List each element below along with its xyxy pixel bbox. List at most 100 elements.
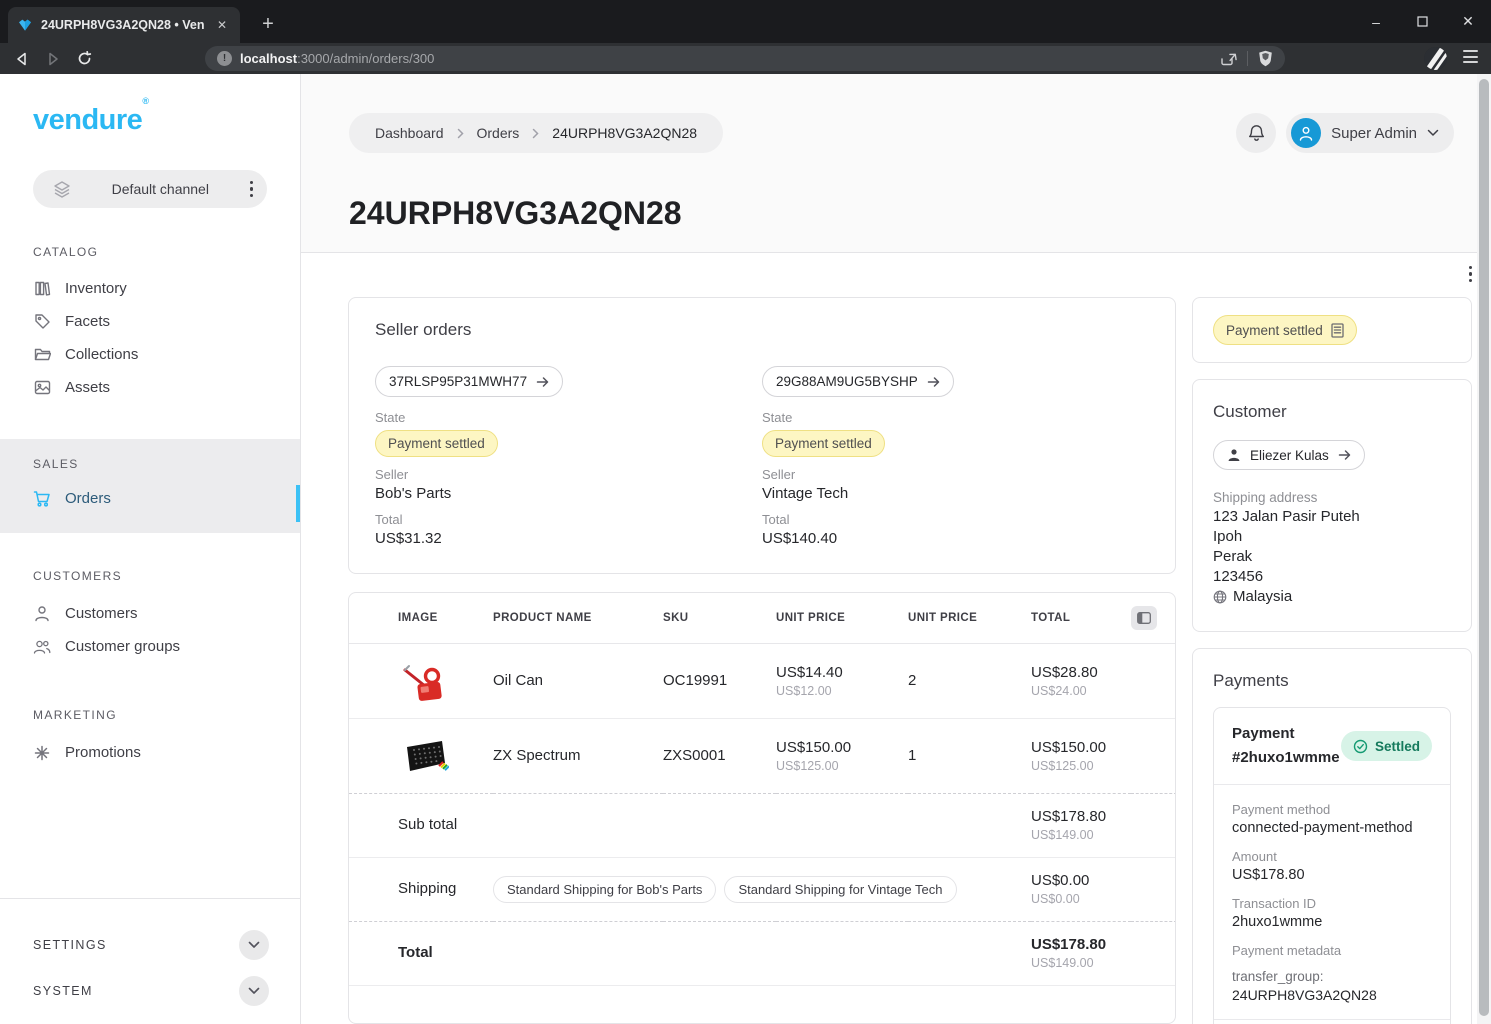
breadcrumb-dashboard[interactable]: Dashboard xyxy=(375,125,444,141)
unit-price: US$150.00 xyxy=(776,739,908,756)
back-button[interactable] xyxy=(15,52,29,66)
globe-icon xyxy=(1213,590,1227,604)
channel-selector[interactable]: Default channel xyxy=(33,170,267,208)
forward-button[interactable] xyxy=(46,52,60,66)
col-header-unit-price: UNIT PRICE xyxy=(776,593,908,643)
product-sku: OC19991 xyxy=(663,672,727,689)
customer-link[interactable]: Eliezer Kulas xyxy=(1213,440,1365,470)
sidebar-item-collections[interactable]: Collections xyxy=(0,338,300,371)
unit-price-net: US$125.00 xyxy=(776,759,908,773)
panel-menu-icon[interactable] xyxy=(1469,266,1472,282)
sidebar-item-inventory[interactable]: Inventory xyxy=(0,272,300,305)
sidebar-item-assets[interactable]: Assets xyxy=(0,371,300,404)
seller-order: 37RLSP95P31MWH77 State Payment settled S… xyxy=(375,366,762,547)
window-controls: – ✕ xyxy=(1353,0,1491,43)
tab-title: 24URPH8VG3A2QN28 • Vendure xyxy=(41,18,205,32)
bell-icon xyxy=(1248,124,1265,142)
toolbar-divider xyxy=(1247,51,1248,66)
total-label: Total xyxy=(398,944,433,961)
product-name: ZX Spectrum xyxy=(493,747,581,764)
sidebar-item-facets[interactable]: Facets xyxy=(0,305,300,338)
line-total-net: US$24.00 xyxy=(1031,684,1131,698)
sidebar-item-label: Inventory xyxy=(65,280,127,297)
tab-close-icon[interactable]: ✕ xyxy=(213,16,231,34)
chevron-down-icon[interactable] xyxy=(239,930,269,960)
vendure-favicon-icon xyxy=(17,17,33,33)
person-icon xyxy=(1227,448,1241,462)
page-scrollbar[interactable] xyxy=(1477,74,1491,1024)
address-line: Perak xyxy=(1213,548,1451,565)
site-info-icon[interactable]: ! xyxy=(217,51,232,66)
transaction-id-label: Transaction ID xyxy=(1232,896,1432,911)
promotion-icon xyxy=(33,745,51,761)
state-label: State xyxy=(762,410,1149,425)
payment-method: connected-payment-method xyxy=(1232,820,1432,836)
sidebar-item-label: Orders xyxy=(65,490,111,507)
profile-avatar-icon[interactable] xyxy=(1424,47,1447,70)
column-settings-button[interactable] xyxy=(1131,606,1157,630)
close-button[interactable]: ✕ xyxy=(1445,0,1491,43)
active-indicator xyxy=(296,485,300,522)
avatar xyxy=(1291,118,1321,148)
brave-shield-icon[interactable] xyxy=(1258,50,1273,67)
breadcrumb-orders[interactable]: Orders xyxy=(477,125,520,141)
scrollbar-thumb[interactable] xyxy=(1479,79,1489,1016)
total-label: Total xyxy=(762,512,1149,527)
address-bar[interactable]: ! localhost:3000/admin/orders/300 xyxy=(205,46,1285,71)
order-state-badge[interactable]: Payment settled xyxy=(1213,315,1357,345)
sidebar-item-label: Customers xyxy=(65,605,138,622)
browser-tab[interactable]: 24URPH8VG3A2QN28 • Vendure ✕ xyxy=(8,7,240,43)
section-system: SYSTEM xyxy=(33,984,93,998)
folder-icon xyxy=(33,347,51,362)
sidebar-item-label: Promotions xyxy=(65,744,141,761)
col-header-sku: SKU xyxy=(663,593,776,643)
browser-url-bar: ! localhost:3000/admin/orders/300 xyxy=(0,43,1491,74)
user-menu[interactable]: Super Admin xyxy=(1286,113,1454,153)
subtotal-value: US$178.80 xyxy=(1031,808,1131,825)
total-label: Total xyxy=(375,512,762,527)
sidebar-item-orders[interactable]: Orders xyxy=(0,480,300,517)
channel-menu-icon[interactable] xyxy=(250,181,253,197)
sidebar-item-promotions[interactable]: Promotions xyxy=(0,736,300,769)
unit-price: US$14.40 xyxy=(776,664,908,681)
order-lines-card: IMAGE PRODUCT NAME SKU UNIT PRICE UNIT P… xyxy=(348,592,1176,1024)
sidebar-section-settings[interactable]: SETTINGS xyxy=(33,930,269,960)
payment-id: #2huxo1wmme xyxy=(1232,746,1340,770)
notifications-button[interactable] xyxy=(1236,113,1276,153)
layers-icon xyxy=(53,180,71,198)
payments-card: Payments Payment #2huxo1wmme xyxy=(1192,648,1472,1024)
share-icon[interactable] xyxy=(1220,51,1237,66)
browser-window: 24URPH8VG3A2QN28 • Vendure ✕ + – ✕ ! xyxy=(0,0,1491,1024)
seller-order-link[interactable]: 29G88AM9UG5BYSHP xyxy=(762,366,954,397)
seller-label: Seller xyxy=(762,467,1149,482)
address-line: Ipoh xyxy=(1213,528,1451,545)
sidebar-item-customer-groups[interactable]: Customer groups xyxy=(0,630,300,663)
amount-label: Amount xyxy=(1232,849,1432,864)
col-header-product: PRODUCT NAME xyxy=(493,593,663,643)
sidebar-item-customers[interactable]: Customers xyxy=(0,597,300,630)
reload-button[interactable] xyxy=(77,51,92,66)
shipping-net: US$0.00 xyxy=(1031,892,1131,906)
new-tab-button[interactable]: + xyxy=(254,10,282,38)
product-image-oil-can xyxy=(401,657,449,705)
section-sales: SALES xyxy=(0,457,300,471)
country: Malaysia xyxy=(1233,588,1292,605)
seller-order-total: US$31.32 xyxy=(375,530,762,547)
shipping-method-badge: Standard Shipping for Bob's Parts xyxy=(493,876,716,903)
minimize-button[interactable]: – xyxy=(1353,0,1399,43)
chevron-down-icon[interactable] xyxy=(239,976,269,1006)
seller-order-link[interactable]: 37RLSP95P31MWH77 xyxy=(375,366,563,397)
users-icon xyxy=(33,639,51,655)
channel-label: Default channel xyxy=(71,181,250,197)
sidebar-section-system[interactable]: SYSTEM xyxy=(33,976,269,1006)
maximize-button[interactable] xyxy=(1399,0,1445,43)
sidebar-item-label: Customer groups xyxy=(65,638,180,655)
state-label: State xyxy=(375,410,762,425)
quantity: 2 xyxy=(908,672,916,689)
browser-menu-icon[interactable] xyxy=(1463,50,1478,63)
customer-card: Customer Eliezer Kulas Shipping ad xyxy=(1192,379,1472,632)
product-sku: ZXS0001 xyxy=(663,747,726,764)
sidebar-item-label: Assets xyxy=(65,379,110,396)
seller-order-total: US$140.40 xyxy=(762,530,1149,547)
main-content: Dashboard Orders 24URPH8VG3A2QN28 xyxy=(301,74,1491,1024)
